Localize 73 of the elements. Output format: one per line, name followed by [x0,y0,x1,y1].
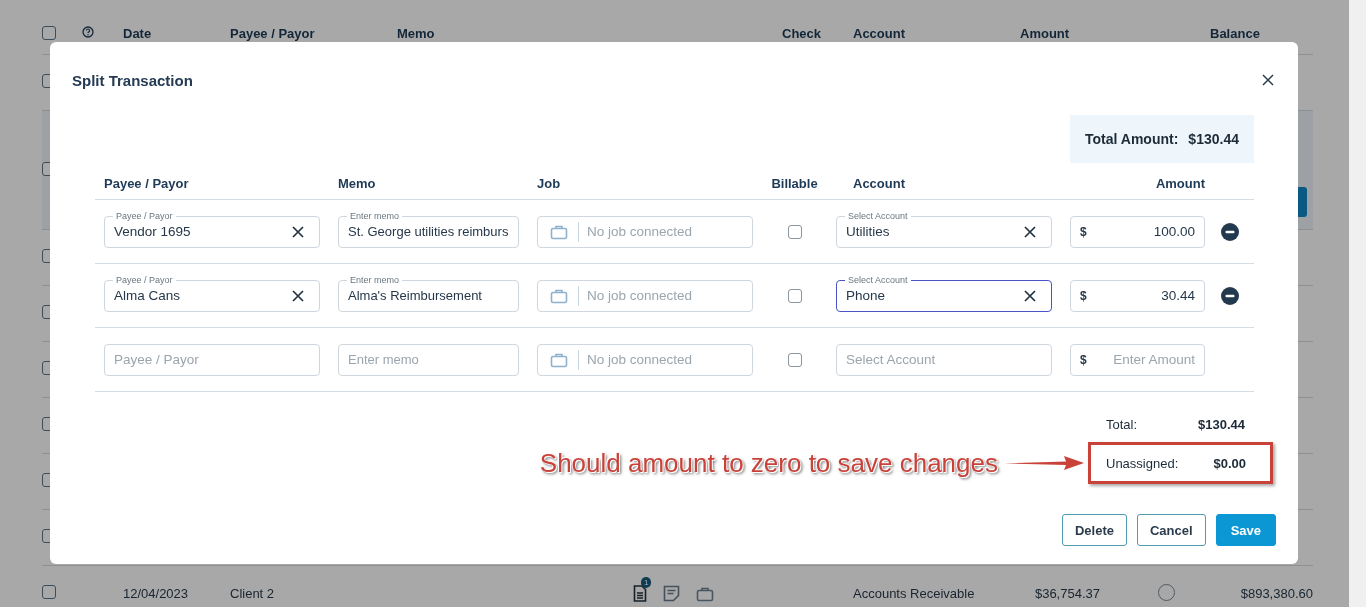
text-input[interactable]: Payee / Payor [114,352,310,367]
total-amount-value: $130.44 [1188,131,1239,147]
text-input[interactable]: Alma Cans [114,288,286,303]
text-input[interactable]: No job connected [587,288,743,303]
checkbox[interactable] [787,352,802,367]
column-header: Payee / Payor [104,176,189,191]
remove-icon[interactable] [1220,222,1239,241]
text-input[interactable]: Enter memo [348,352,514,367]
table-cell: Client 2 [230,586,275,601]
remove-icon[interactable] [1220,286,1239,305]
checkbox[interactable] [42,585,56,599]
close-icon[interactable] [1262,74,1274,86]
amount-field[interactable]: $ 30.44 [1070,279,1205,312]
text-input[interactable]: No job connected [587,224,743,239]
checkbox[interactable] [787,288,802,303]
dialog-button[interactable]: Cancel [1137,514,1206,546]
amount-field[interactable]: $ 100.00 [1070,215,1205,248]
clear-icon[interactable] [1024,289,1036,302]
clear-icon[interactable] [292,289,304,302]
briefcase-icon [550,287,568,304]
column-header: Payee / Payor [230,26,315,41]
column-header: Job [537,176,561,191]
job-field[interactable]: No job connected [537,343,753,376]
text-input[interactable]: No job connected [587,352,743,367]
memo-field[interactable]: Enter memo [338,343,519,376]
table-cell: 12/04/2023 [123,586,189,601]
account-field[interactable]: Select Account [836,343,1052,376]
column-header: Account [853,176,905,191]
column-header: Amount [1020,26,1070,41]
count-badge: 1 [641,577,652,588]
text-input[interactable]: Vendor 1695 [114,224,286,239]
text-input[interactable]: 100.00 [1094,224,1195,239]
total-label: Total: [1106,417,1138,432]
checkbox[interactable] [787,224,802,239]
table-cell: Accounts Receivable [853,586,975,601]
payee-field[interactable]: Payee / Payor [104,343,320,376]
total-amount-label: Total Amount: [1085,131,1179,147]
checkbox[interactable] [42,26,56,40]
briefcase-icon [550,351,568,368]
clear-icon[interactable] [1024,225,1036,238]
clear-icon[interactable] [292,225,304,238]
job-field[interactable]: No job connected [537,279,753,312]
column-header: Balance [1210,26,1260,41]
text-input[interactable]: Alma's Reimbursement [348,288,514,303]
help-icon[interactable] [82,26,94,38]
column-header: Date [123,26,152,41]
dialog-title: Split Transaction [72,71,193,89]
column-header: Check [782,26,822,41]
document-icon[interactable] [633,585,647,602]
total-value: $130.44 [1198,417,1245,432]
text-input[interactable]: Enter Amount [1094,352,1195,367]
unassigned-value: $0.00 [1213,455,1246,471]
text-input[interactable]: Phone [846,288,1018,303]
column-header: Amount [1155,176,1205,191]
annotation-text: Should amount to zero to save changes [539,447,998,479]
column-header: Account [853,26,905,41]
table-cell: $36,754.37 [1034,586,1100,601]
scrollbar[interactable] [1349,0,1366,607]
job-field[interactable]: No job connected [537,215,753,248]
column-header: Memo [397,26,435,41]
text-input[interactable]: St. George utilities reimburs [348,224,514,239]
text-input[interactable]: 30.44 [1094,288,1195,303]
table-cell: $893,380.60 [1240,586,1313,601]
column-header: Memo [338,176,376,191]
briefcase-icon[interactable] [696,585,714,602]
unassigned-label: Unassigned: [1106,455,1179,471]
text-input[interactable]: Utilities [846,224,1018,239]
dialog-button[interactable]: Delete [1061,514,1127,546]
note-icon[interactable] [663,585,680,602]
briefcase-icon [550,223,568,240]
column-header: Billable [771,176,818,191]
amount-field[interactable]: $ Enter Amount [1070,343,1205,376]
text-input[interactable]: Select Account [846,352,1042,367]
